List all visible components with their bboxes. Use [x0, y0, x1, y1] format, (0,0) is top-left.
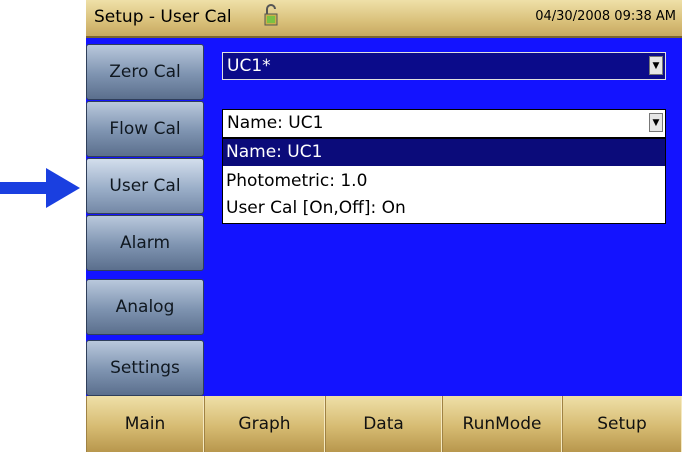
sidebar-item-label: Alarm	[119, 233, 171, 253]
sidebar-item-user-cal[interactable]: User Cal	[86, 158, 204, 214]
list-item[interactable]: Name: UC1	[223, 139, 665, 166]
calibration-select-value: UC1*	[227, 56, 271, 76]
sidebar-item-label: Zero Cal	[109, 62, 181, 82]
parameter-dropdown-list: Name: UC1 Photometric: 1.0 User Cal [On,…	[222, 138, 666, 224]
nav-data-button[interactable]: Data	[325, 396, 442, 452]
list-item[interactable]: Photometric: 1.0	[223, 168, 665, 195]
calibration-select[interactable]: UC1* ▼	[222, 52, 666, 80]
nav-label: Setup	[597, 414, 647, 434]
title-bar: Setup - User Cal 04/30/2008 09:38 AM	[86, 0, 682, 38]
sidebar-item-analog[interactable]: Analog	[86, 279, 204, 335]
nav-main-button[interactable]: Main	[86, 396, 204, 452]
sidebar-item-alarm[interactable]: Alarm	[86, 215, 204, 271]
parameter-select-value: Name: UC1	[227, 113, 324, 133]
sidebar: Zero Cal Flow Cal User Cal Alarm Analog …	[86, 38, 204, 396]
nav-label: Graph	[238, 414, 291, 434]
sidebar-item-label: User Cal	[109, 176, 181, 196]
sidebar-item-zero-cal[interactable]: Zero Cal	[86, 44, 204, 100]
nav-label: Main	[124, 414, 166, 434]
arrow-right-icon	[0, 168, 80, 208]
chevron-down-icon[interactable]: ▼	[649, 56, 663, 75]
nav-label: Data	[363, 414, 404, 434]
sidebar-item-settings[interactable]: Settings	[86, 340, 204, 396]
bottom-nav: Main Graph Data RunMode Setup	[86, 396, 682, 452]
sidebar-item-label: Flow Cal	[109, 119, 181, 139]
datetime: 04/30/2008 09:38 AM	[535, 9, 676, 24]
list-item[interactable]: User Cal [On,Off]: On	[223, 195, 665, 222]
chevron-down-icon[interactable]: ▼	[649, 113, 663, 132]
nav-graph-button[interactable]: Graph	[204, 396, 325, 452]
lock-open-icon[interactable]	[264, 4, 278, 26]
nav-setup-button[interactable]: Setup	[562, 396, 682, 452]
sidebar-item-label: Analog	[115, 297, 175, 317]
parameter-select[interactable]: Name: UC1 ▼	[222, 109, 666, 138]
nav-runmode-button[interactable]: RunMode	[442, 396, 562, 452]
nav-label: RunMode	[462, 414, 542, 434]
sidebar-item-label: Settings	[110, 358, 180, 378]
page-title: Setup - User Cal	[94, 7, 232, 27]
device-screen: Setup - User Cal 04/30/2008 09:38 AM Zer…	[86, 0, 682, 452]
sidebar-item-flow-cal[interactable]: Flow Cal	[86, 101, 204, 157]
